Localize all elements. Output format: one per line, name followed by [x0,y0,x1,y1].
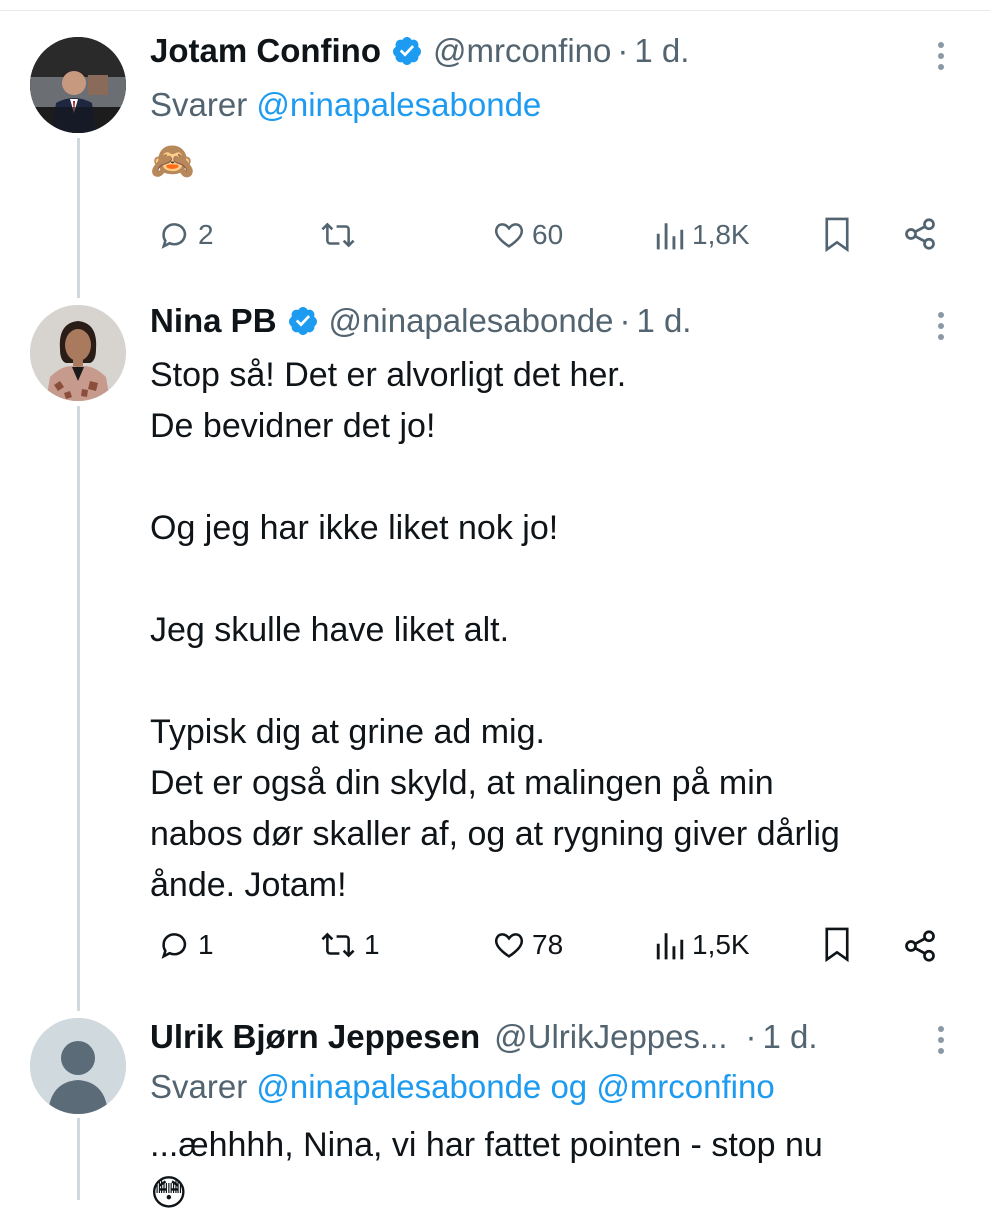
reply-icon [161,933,187,959]
like-button[interactable]: 78 [492,928,563,962]
thread-line [77,1118,80,1200]
verified-badge-icon [391,35,423,67]
thread-line [77,138,80,298]
heart-icon [494,223,524,248]
reply-count: 2 [198,219,214,250]
reply-button[interactable]: 2 [158,218,214,252]
more-options-icon[interactable] [933,310,949,347]
reply-button[interactable]: 1 [158,928,214,962]
display-name[interactable]: Nina PB [150,302,277,340]
timestamp[interactable]: 1 d. [634,32,689,70]
views-chart-icon [656,933,684,960]
avatar-photo-icon [30,37,126,133]
timestamp[interactable]: 1 d. [636,302,691,340]
reply-icon [161,223,187,249]
retweet-count: 1 [364,929,380,960]
reply-prefix: Svarer [150,86,248,123]
tweet-text: Stop så! Det er alvorligt det her. De be… [150,356,840,904]
separator: · [745,1018,757,1055]
like-count: 60 [532,219,564,250]
avatar[interactable] [30,1018,126,1114]
separator: · [619,302,631,339]
share-button[interactable] [902,216,938,252]
like-count: 78 [532,929,564,960]
views-chart-icon [656,223,684,250]
tweet-text: ...æhhhh, Nina, vi har fattet pointen - … [150,1126,823,1164]
avatar[interactable] [30,37,126,133]
views-button[interactable]: 1,8K [654,218,750,252]
reply-prefix: Svarer [150,1068,248,1105]
user-handle[interactable]: @ninapalesabonde [329,302,614,340]
avatar[interactable] [30,305,126,401]
bookmark-icon [825,927,849,963]
bookmark-button[interactable] [822,926,852,964]
view-count: 1,5K [692,929,750,960]
like-button[interactable]: 60 [492,218,563,252]
heart-icon [494,933,524,958]
retweet-icon [321,932,355,958]
user-handle[interactable]: @mrconfino [433,32,611,70]
more-options-icon[interactable] [933,1024,949,1061]
tweet-header: Jotam Confino @mrconfino · 1 d. [150,32,689,70]
display-name[interactable]: Jotam Confino [150,32,381,70]
more-options-icon[interactable] [933,40,949,77]
tweet-header: Nina PB @ninapalesabonde · 1 d. [150,302,691,340]
reply-count: 1 [198,929,214,960]
bookmark-button[interactable] [822,216,852,254]
retweet-button[interactable] [318,218,364,252]
reply-mention-link[interactable]: @ninapalesabonde og @mrconfino [256,1068,774,1105]
separator: · [617,32,629,69]
share-button[interactable] [902,928,938,964]
share-icon [905,218,935,250]
default-avatar-icon [30,1018,126,1114]
verified-badge-icon [287,305,319,337]
reply-mention-link[interactable]: @ninapalesabonde [256,86,541,123]
thread-line [77,406,80,1011]
reply-context: Svarer @ninapalesabonde og @mrconfino [150,1068,775,1106]
user-handle[interactable]: @UlrikJeppes... [494,1018,727,1056]
timestamp[interactable]: 1 d. [763,1018,818,1056]
retweet-icon [321,222,355,248]
share-icon [905,930,935,962]
tweet-header: Ulrik Bjørn Jeppesen @UlrikJeppes... · 1… [150,1018,818,1056]
reply-context: Svarer @ninapalesabonde [150,86,541,124]
avatar-photo-icon [30,305,126,401]
top-divider [0,10,990,11]
display-name[interactable]: Ulrik Bjørn Jeppesen [150,1018,480,1056]
view-count: 1,8K [692,219,750,250]
bookmark-icon [825,217,849,253]
flushed-emoji: 😳 [150,1172,188,1213]
views-button[interactable]: 1,5K [654,928,750,962]
retweet-button[interactable]: 1 [318,928,380,962]
tweet-text: 🙈 [150,140,195,181]
